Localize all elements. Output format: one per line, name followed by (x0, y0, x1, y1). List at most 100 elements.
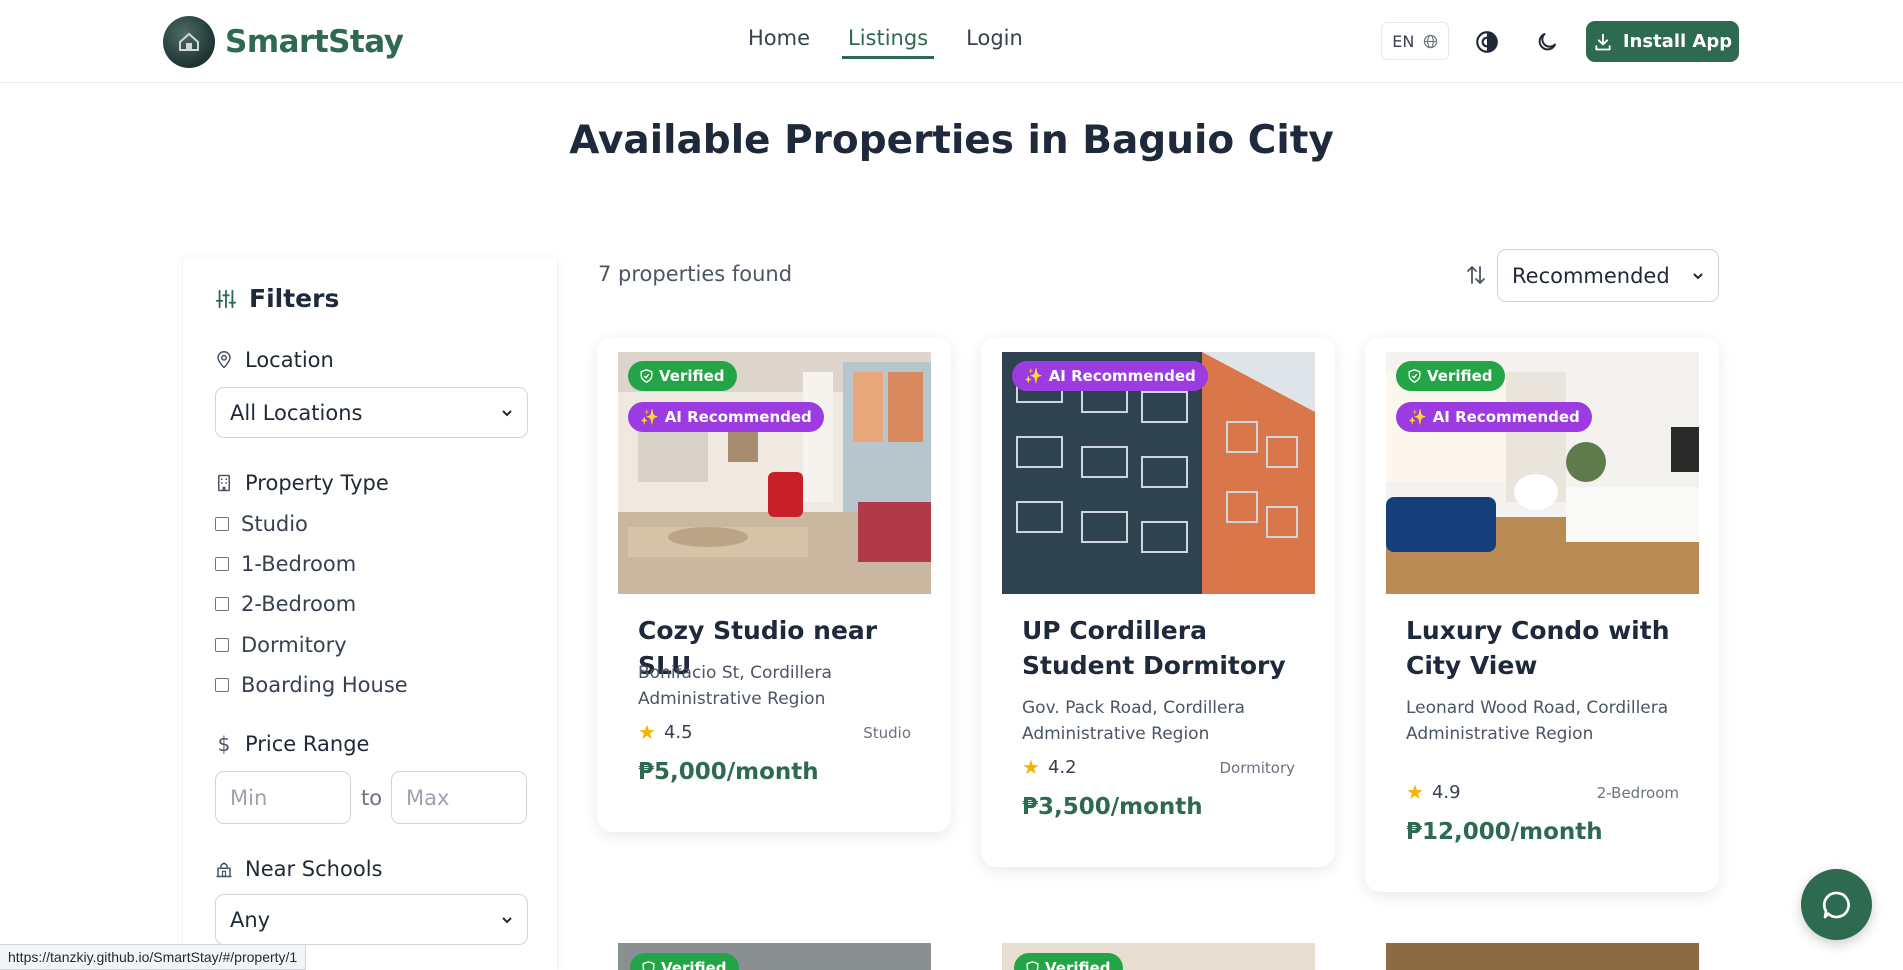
filters-heading: Filters (215, 284, 339, 313)
main-nav: Home Listings Login (742, 26, 1029, 59)
near-schools-label-text: Near Schools (245, 857, 383, 881)
listing-card[interactable]: Verified ✨ AI Recommended Luxury Condo w… (1365, 337, 1719, 892)
install-app-label: Install App (1622, 31, 1733, 52)
price-min-input[interactable]: Min (215, 771, 351, 824)
sliders-icon (215, 289, 237, 308)
verified-badge-label: Verified (1045, 959, 1111, 970)
building-icon (218, 474, 230, 492)
ai-recommended-badge-label: AI Recommended (1048, 367, 1196, 385)
chat-bubble-icon (1822, 891, 1850, 918)
near-schools-select-value: Any (230, 907, 271, 932)
property-photo: Verified ✨ AI Recommended (1386, 352, 1699, 594)
checkbox-label: 2-Bedroom (241, 592, 357, 616)
ai-recommended-badge: ✨ AI Recommended (628, 402, 824, 432)
checkbox-box[interactable] (215, 597, 229, 611)
language-code: EN (1392, 31, 1415, 51)
chevron-down-icon (1693, 272, 1703, 279)
checkbox-box[interactable] (215, 678, 229, 692)
install-app-button[interactable]: Install App (1586, 21, 1739, 62)
listing-type: Dormitory (1219, 759, 1295, 777)
ai-recommended-badge: ✨ AI Recommended (1012, 361, 1208, 391)
listing-price: ₱3,500/month (1022, 794, 1203, 820)
location-select-value: All Locations (230, 400, 363, 425)
checkbox-label: 1-Bedroom (241, 552, 357, 576)
sparkles-icon: ✨ (640, 408, 659, 426)
brand[interactable]: SmartStay (163, 16, 404, 68)
listing-card-peek[interactable] (1386, 943, 1699, 970)
near-schools-label: Near Schools (215, 857, 382, 881)
sort-icon (1467, 266, 1485, 284)
brand-logo-icon (163, 16, 215, 68)
verified-badge-label: Verified (1427, 367, 1493, 385)
status-bar-url: https://tanzkiy.github.io/SmartStay/#/pr… (0, 944, 307, 970)
moon-icon (1538, 33, 1556, 51)
listing-rating-value: 4.9 (1431, 781, 1461, 803)
top-navbar: SmartStay Home Listings Login EN Install… (0, 0, 1903, 83)
location-label-text: Location (245, 348, 334, 372)
star-icon: ★ (638, 720, 656, 744)
dollar-icon: $ (217, 732, 231, 756)
verified-badge: Verified (1396, 361, 1505, 391)
verified-badge-label: Verified (661, 959, 727, 970)
checkbox-dormitory[interactable]: Dormitory (215, 633, 347, 657)
filters-sidebar: Filters Location All Locations Property … (182, 258, 558, 970)
listing-rating: ★ 4.9 (1406, 780, 1461, 804)
verified-badge: Verified (1014, 953, 1123, 970)
checkbox-2-bedroom[interactable]: 2-Bedroom (215, 592, 356, 616)
listing-location: Gov. Pack Road, Cordillera Administrativ… (1022, 698, 1245, 744)
ai-recommended-badge: ✨ AI Recommended (1396, 402, 1592, 432)
checkbox-boarding-house[interactable]: Boarding House (215, 673, 408, 697)
sort-select[interactable]: Recommended (1497, 249, 1719, 302)
listing-type: Studio (863, 724, 911, 742)
checkbox-box[interactable] (215, 557, 229, 571)
shield-check-icon (642, 961, 655, 970)
price-range-label: $ Price Range (215, 732, 370, 756)
listing-card-peek[interactable]: Verified (1002, 943, 1315, 970)
listing-price: ₱12,000/month (1406, 819, 1603, 845)
checkbox-box[interactable] (215, 517, 229, 531)
star-icon: ★ (1022, 755, 1040, 779)
dark-mode-toggle-button[interactable] (1531, 26, 1563, 58)
checkbox-studio[interactable]: Studio (215, 512, 308, 536)
price-range-label-text: Price Range (245, 732, 370, 756)
location-select[interactable]: All Locations (215, 387, 528, 438)
listing-card[interactable]: Verified ✨ AI Recommended Cozy Studio ne… (597, 337, 951, 832)
nav-home[interactable]: Home (742, 26, 816, 59)
contrast-toggle-button[interactable] (1471, 26, 1503, 58)
sparkles-icon: ✨ (1408, 408, 1427, 426)
listing-card[interactable]: ✨ AI Recommended UP Cordillera Student D… (981, 337, 1335, 867)
property-photo: Verified ✨ AI Recommended (618, 352, 931, 594)
checkbox-label: Dormitory (241, 633, 347, 657)
verified-badge-label: Verified (659, 367, 725, 385)
chat-button[interactable] (1801, 869, 1872, 940)
listing-rating-value: 4.2 (1047, 756, 1077, 778)
price-min-placeholder: Min (230, 785, 268, 810)
listing-card-peek[interactable]: Verified (618, 943, 931, 970)
listing-rating: ★ 4.2 (1022, 755, 1077, 779)
nav-login[interactable]: Login (960, 26, 1029, 59)
language-selector[interactable]: EN (1381, 22, 1449, 60)
listing-title: Luxury Condo with City View (1406, 616, 1670, 680)
brand-name: SmartStay (225, 24, 404, 60)
chevron-down-icon (502, 409, 512, 416)
listing-location: Leonard Wood Road, Cordillera Administra… (1406, 698, 1669, 744)
globe-icon (1423, 34, 1437, 48)
shield-check-icon (640, 369, 653, 383)
filters-title: Filters (249, 284, 340, 313)
nav-listings[interactable]: Listings (842, 26, 935, 59)
near-schools-select[interactable]: Any (215, 894, 528, 945)
checkbox-label: Studio (241, 512, 308, 536)
school-icon (216, 862, 232, 878)
listing-type: 2-Bedroom (1596, 784, 1679, 802)
listing-location: Bonifacio St, Cordillera Administrative … (638, 663, 832, 709)
checkbox-1-bedroom[interactable]: 1-Bedroom (215, 552, 356, 576)
sparkles-icon: ✨ (1024, 367, 1043, 385)
price-max-placeholder: Max (406, 785, 450, 810)
price-max-input[interactable]: Max (391, 771, 527, 824)
listing-title: UP Cordillera Student Dormitory (1022, 616, 1286, 680)
ai-recommended-badge-label: AI Recommended (1432, 408, 1580, 426)
page-title: Available Properties in Baguio City (569, 118, 1334, 163)
shield-check-icon (1026, 961, 1039, 970)
checkbox-box[interactable] (215, 638, 229, 652)
property-type-label-text: Property Type (245, 471, 389, 495)
